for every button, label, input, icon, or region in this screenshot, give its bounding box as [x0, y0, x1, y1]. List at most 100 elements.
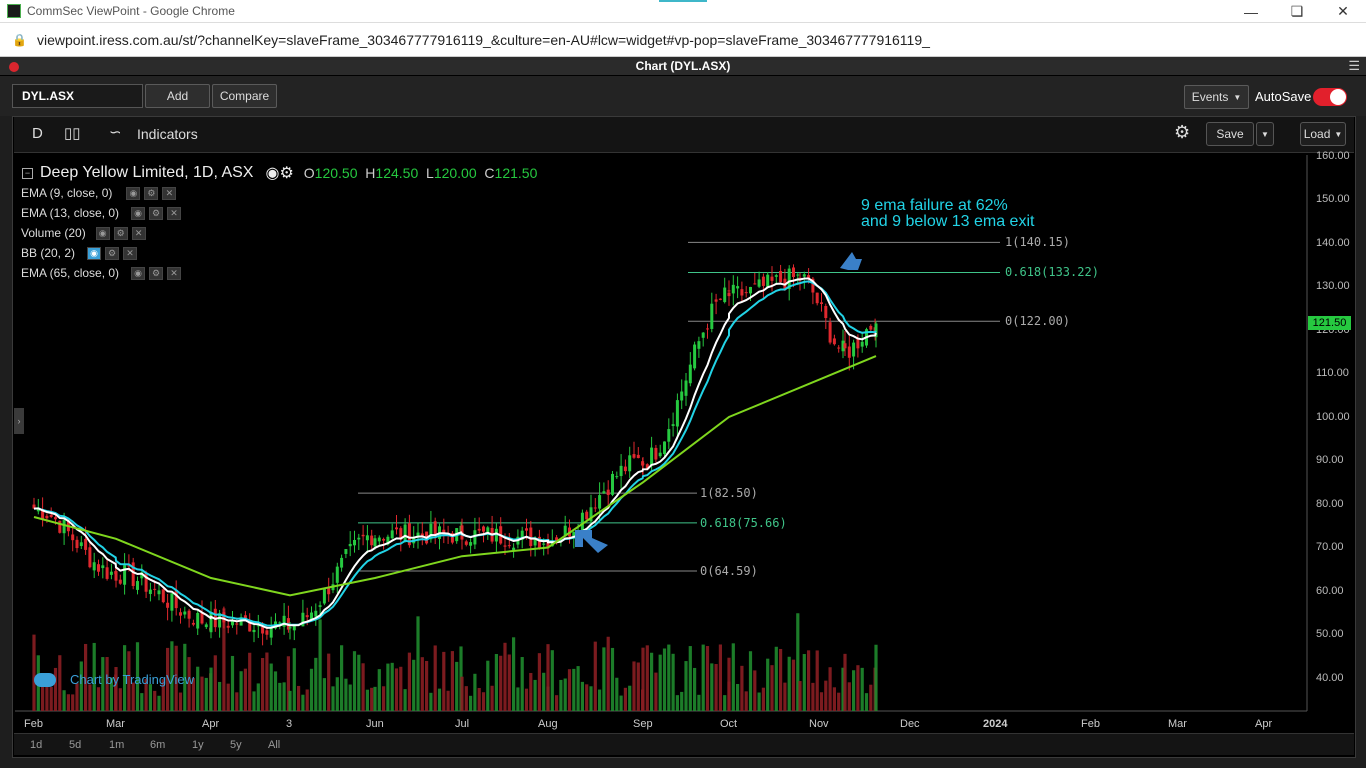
volume-bar	[610, 647, 615, 711]
x-tick: Apr	[1255, 718, 1273, 730]
side-panel-handle[interactable]: ›	[14, 408, 24, 434]
fib-upper-bottom: 0(122.00)	[1005, 314, 1071, 328]
visibility-icon[interactable]: ◉	[265, 163, 279, 183]
volume-bar	[352, 651, 357, 711]
candle-body	[615, 476, 619, 478]
settings-icon[interactable]: ⚙	[149, 206, 164, 220]
volume-bar	[697, 694, 701, 711]
candle-body	[209, 612, 213, 633]
volume-bar	[533, 679, 537, 711]
settings-icon[interactable]: ⚙	[149, 266, 164, 280]
volume-bar	[537, 653, 541, 711]
candle-body	[482, 526, 485, 532]
remove-icon[interactable]: ✕	[167, 206, 182, 220]
candle-body	[792, 267, 795, 278]
candle-body	[779, 270, 783, 283]
candle-body	[403, 524, 407, 542]
y-tick: 60.00	[1316, 585, 1344, 597]
visibility-icon[interactable]: ◉	[95, 226, 110, 240]
volume-bar	[645, 645, 649, 711]
volume-bar	[248, 652, 252, 711]
range-6m-button[interactable]: 6m	[144, 737, 171, 753]
volume-bar	[335, 677, 339, 711]
range-all-button[interactable]: All	[262, 737, 286, 753]
volume-bar	[819, 692, 824, 711]
remove-icon[interactable]: ✕	[167, 266, 182, 280]
candle-body	[507, 545, 511, 547]
candle-body	[433, 521, 437, 536]
range-1d-button[interactable]: 1d	[24, 737, 48, 753]
x-tick: Oct	[720, 718, 738, 730]
volume-bar	[416, 616, 420, 711]
study-ema65[interactable]: EMA (65, close, 0) ◉ ⚙ ✕	[21, 266, 182, 280]
settings-icon[interactable]: ⚙	[279, 163, 293, 183]
volume-bar	[399, 666, 403, 711]
candle-body	[671, 424, 675, 427]
visibility-icon[interactable]: ◉	[131, 206, 146, 220]
candle-body	[179, 612, 182, 616]
study-bb[interactable]: BB (20, 2) ◉ ⚙ ✕	[21, 246, 138, 260]
x-tick: Sep	[633, 718, 653, 730]
ema65-line	[33, 355, 877, 597]
volume-bar	[261, 658, 265, 711]
volume-bar	[314, 657, 318, 711]
volume-bar	[524, 688, 529, 711]
study-volume[interactable]: Volume (20) ◉ ⚙ ✕	[21, 226, 146, 240]
tradingview-watermark[interactable]: Chart by TradingView	[34, 672, 194, 687]
range-5d-button[interactable]: 5d	[63, 737, 87, 753]
candle-body	[757, 279, 761, 287]
candle-body	[667, 429, 671, 442]
volume-bar	[559, 679, 563, 711]
volume-bar	[357, 654, 361, 711]
collapse-icon[interactable]: −	[22, 167, 33, 179]
volume-bar	[748, 651, 753, 711]
volume-bar	[301, 694, 305, 711]
volume-bar	[675, 695, 679, 711]
study-ema13[interactable]: EMA (13, close, 0) ◉ ⚙ ✕	[21, 206, 182, 220]
fib-lower-bottom: 0(64.59)	[700, 564, 758, 578]
candle-body	[204, 624, 208, 628]
volume-bar	[455, 661, 459, 711]
candle-body	[860, 341, 864, 347]
volume-bar	[75, 683, 79, 711]
volume-bar	[856, 665, 860, 711]
study-ema9[interactable]: EMA (9, close, 0) ◉ ⚙ ✕	[21, 186, 177, 200]
volume-bar	[71, 694, 75, 711]
volume-bar	[615, 677, 619, 711]
candle-body	[847, 346, 851, 358]
chart-annotation[interactable]: 9 ema failure at 62% and 9 below 13 ema …	[861, 198, 1034, 230]
settings-icon[interactable]: ⚙	[105, 246, 120, 260]
range-1m-button[interactable]: 1m	[103, 737, 130, 753]
range-5y-button[interactable]: 5y	[224, 737, 248, 753]
visibility-icon[interactable]: ◉	[131, 266, 146, 280]
remove-icon[interactable]: ✕	[162, 186, 177, 200]
candle-body	[753, 283, 757, 285]
volume-bar	[494, 654, 498, 711]
x-tick: Apr	[202, 718, 220, 730]
volume-bar	[66, 694, 70, 711]
volume-bar	[292, 648, 296, 711]
volume-bar	[774, 646, 778, 711]
volume-bar	[490, 685, 494, 711]
main-legend: − Deep Yellow Limited, 1D, ASX ◉ ⚙ O120.…	[22, 163, 537, 183]
settings-icon[interactable]: ⚙	[113, 226, 128, 240]
volume-bar	[239, 671, 243, 711]
price-chart[interactable]	[0, 0, 1366, 768]
volume-bar	[714, 664, 718, 711]
tradingview-logo-icon	[34, 672, 56, 687]
volume-bar	[243, 668, 247, 711]
volume-bar	[140, 693, 144, 711]
candle-body	[153, 588, 157, 590]
candle-body	[252, 629, 256, 633]
range-1y-button[interactable]: 1y	[186, 737, 210, 753]
volume-bar	[486, 660, 490, 711]
volume-bar	[148, 684, 152, 711]
remove-icon[interactable]: ✕	[131, 226, 146, 240]
close-value: 121.50	[494, 165, 538, 181]
settings-icon[interactable]: ⚙	[144, 186, 159, 200]
candle-body	[658, 452, 662, 457]
visibility-icon[interactable]: ◉	[87, 246, 102, 260]
visibility-icon[interactable]: ◉	[126, 186, 141, 200]
candle-body	[852, 342, 856, 357]
remove-icon[interactable]: ✕	[123, 246, 138, 260]
